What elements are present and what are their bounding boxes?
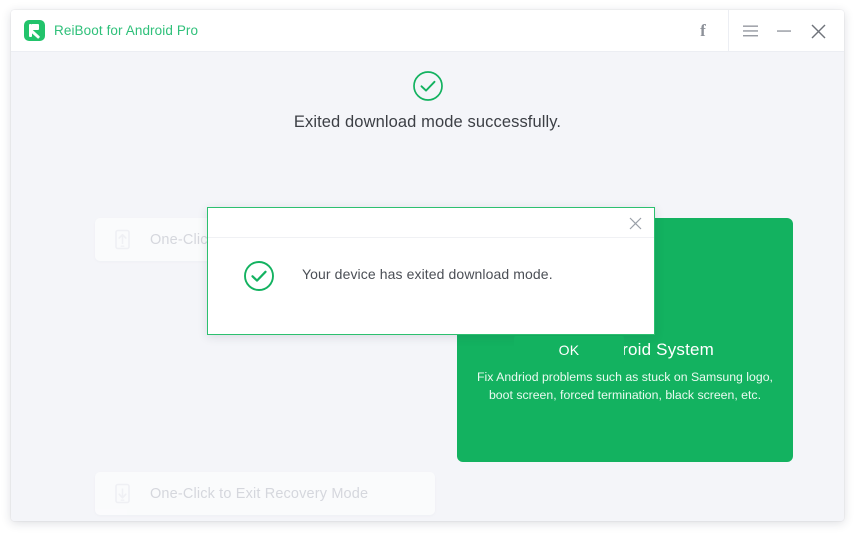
- hamburger-menu-icon[interactable]: [733, 10, 767, 52]
- app-window: ReiBoot for Android Pro f: [11, 10, 844, 521]
- reiboot-logo-icon: [24, 20, 45, 41]
- feature-card-description: Fix Andriod problems such as stuck on Sa…: [475, 368, 775, 404]
- status-banner: Exited download mode successfully.: [11, 70, 844, 132]
- option-label: One-Click to Exit Recovery Mode: [150, 486, 368, 502]
- close-icon[interactable]: [626, 214, 645, 233]
- feature-card-title: Repair Android System: [457, 340, 793, 360]
- phone-up-arrow-icon: [112, 229, 133, 250]
- confirmation-dialog: Your device has exited download mode. OK: [207, 207, 655, 335]
- success-check-circle-icon: [243, 260, 275, 292]
- window-controls: f: [686, 10, 844, 52]
- close-icon[interactable]: [801, 10, 835, 52]
- title-bar: ReiBoot for Android Pro f: [11, 10, 844, 52]
- main-content: Exited download mode successfully.: [11, 52, 844, 521]
- dialog-title-bar: [208, 208, 654, 238]
- success-check-circle-icon: [412, 70, 444, 102]
- dialog-body: Your device has exited download mode. OK: [208, 238, 654, 335]
- facebook-icon[interactable]: f: [686, 10, 720, 52]
- ok-button[interactable]: OK: [514, 336, 624, 364]
- minimize-icon[interactable]: [767, 10, 801, 52]
- options-row: One-Click to Exit Recovery Mode: [95, 472, 777, 515]
- phone-down-arrow-icon: [112, 483, 133, 504]
- status-text: Exited download mode successfully.: [11, 113, 844, 132]
- option-one-click-exit-recovery-mode[interactable]: One-Click to Exit Recovery Mode: [95, 472, 435, 515]
- brand: ReiBoot for Android Pro: [24, 20, 198, 41]
- controls-divider: [728, 10, 729, 52]
- app-title: ReiBoot for Android Pro: [54, 23, 198, 38]
- dialog-message: Your device has exited download mode.: [302, 266, 553, 282]
